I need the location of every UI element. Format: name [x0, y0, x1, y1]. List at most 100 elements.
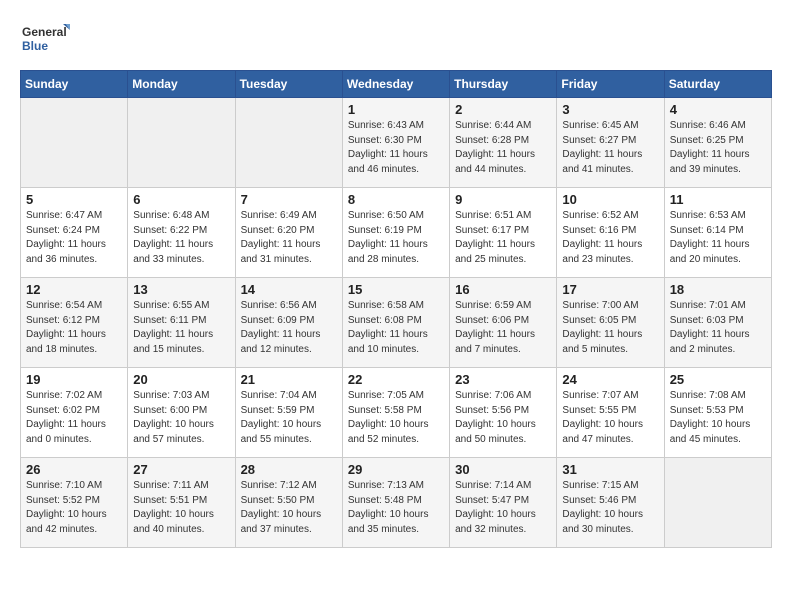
calendar-cell: 10Sunrise: 6:52 AM Sunset: 6:16 PM Dayli… [557, 188, 664, 278]
calendar-cell: 20 Sunrise: 7:03 AM Sunset: 6:00 PM Dayli… [128, 368, 235, 458]
calendar-cell: 24 Sunrise: 7:07 AM Sunset: 5:55 PM Dayli… [557, 368, 664, 458]
calendar-cell: 2Sunrise: 6:44 AM Sunset: 6:28 PM Daylig… [450, 98, 557, 188]
day-number: 6 [133, 192, 229, 207]
day-number: 27 [133, 462, 229, 477]
week-row-4: 19Sunrise: 7:02 AM Sunset: 6:02 PM Dayli… [21, 368, 772, 458]
day-info: Sunrise: 7:04 AM Sunset: 5:59 PM Dayligh… [241, 389, 337, 447]
day-number: 30 [455, 462, 551, 477]
day-info: Sunrise: 7:08 AM Sunset: 5:53 PM Dayligh… [670, 389, 766, 447]
day-info: Sunrise: 6:59 AM Sunset: 6:06 PM Dayligh… [455, 299, 551, 357]
calendar-cell: 3 Sunrise: 6:45 AM Sunset: 6:27 PM Daylig… [557, 98, 664, 188]
calendar-cell: 29 Sunrise: 7:13 AM Sunset: 5:48 PM Dayli… [342, 458, 449, 548]
day-info: Sunrise: 7:03 AM Sunset: 6:00 PM Dayligh… [133, 389, 229, 447]
day-number: 13 [133, 282, 229, 297]
day-info: Sunrise: 6:48 AM Sunset: 6:22 PM Dayligh… [133, 209, 229, 267]
logo-svg: General Blue [20, 20, 70, 60]
col-header-sunday: Sunday [21, 71, 128, 98]
day-info: Sunrise: 6:43 AM Sunset: 6:30 PM Dayligh… [348, 119, 444, 177]
day-number: 26 [26, 462, 122, 477]
day-info: Sunrise: 6:54 AM Sunset: 6:12 PM Dayligh… [26, 299, 122, 357]
day-info: Sunrise: 6:47 AM Sunset: 6:24 PM Dayligh… [26, 209, 122, 267]
day-number: 14 [241, 282, 337, 297]
day-number: 16 [455, 282, 551, 297]
day-info: Sunrise: 6:51 AM Sunset: 6:17 PM Dayligh… [455, 209, 551, 267]
day-info: Sunrise: 6:46 AM Sunset: 6:25 PM Dayligh… [670, 119, 766, 177]
day-info: Sunrise: 6:55 AM Sunset: 6:11 PM Dayligh… [133, 299, 229, 357]
day-number: 18 [670, 282, 766, 297]
calendar-cell [128, 98, 235, 188]
week-row-3: 12 Sunrise: 6:54 AM Sunset: 6:12 PM Dayli… [21, 278, 772, 368]
calendar-cell: 31Sunrise: 7:15 AM Sunset: 5:46 PM Dayli… [557, 458, 664, 548]
calendar-cell: 21 Sunrise: 7:04 AM Sunset: 5:59 PM Dayli… [235, 368, 342, 458]
col-header-friday: Friday [557, 71, 664, 98]
day-info: Sunrise: 6:58 AM Sunset: 6:08 PM Dayligh… [348, 299, 444, 357]
calendar-cell: 5 Sunrise: 6:47 AM Sunset: 6:24 PM Daylig… [21, 188, 128, 278]
day-number: 8 [348, 192, 444, 207]
day-info: Sunrise: 6:56 AM Sunset: 6:09 PM Dayligh… [241, 299, 337, 357]
svg-text:Blue: Blue [22, 39, 48, 53]
day-number: 29 [348, 462, 444, 477]
day-number: 19 [26, 372, 122, 387]
day-number: 21 [241, 372, 337, 387]
week-row-2: 5 Sunrise: 6:47 AM Sunset: 6:24 PM Daylig… [21, 188, 772, 278]
day-info: Sunrise: 7:10 AM Sunset: 5:52 PM Dayligh… [26, 479, 122, 537]
page-header: General Blue [20, 20, 772, 60]
day-number: 2 [455, 102, 551, 117]
header-row: SundayMondayTuesdayWednesdayThursdayFrid… [21, 71, 772, 98]
week-row-1: 1 Sunrise: 6:43 AM Sunset: 6:30 PM Daylig… [21, 98, 772, 188]
calendar-cell: 16 Sunrise: 6:59 AM Sunset: 6:06 PM Dayli… [450, 278, 557, 368]
day-info: Sunrise: 7:07 AM Sunset: 5:55 PM Dayligh… [562, 389, 658, 447]
col-header-saturday: Saturday [664, 71, 771, 98]
day-number: 15 [348, 282, 444, 297]
calendar-cell: 23Sunrise: 7:06 AM Sunset: 5:56 PM Dayli… [450, 368, 557, 458]
calendar-cell: 9 Sunrise: 6:51 AM Sunset: 6:17 PM Daylig… [450, 188, 557, 278]
calendar-cell: 30 Sunrise: 7:14 AM Sunset: 5:47 PM Dayli… [450, 458, 557, 548]
calendar-cell: 6 Sunrise: 6:48 AM Sunset: 6:22 PM Daylig… [128, 188, 235, 278]
day-info: Sunrise: 6:50 AM Sunset: 6:19 PM Dayligh… [348, 209, 444, 267]
calendar-cell: 17Sunrise: 7:00 AM Sunset: 6:05 PM Dayli… [557, 278, 664, 368]
day-info: Sunrise: 6:52 AM Sunset: 6:16 PM Dayligh… [562, 209, 658, 267]
day-number: 12 [26, 282, 122, 297]
day-info: Sunrise: 6:49 AM Sunset: 6:20 PM Dayligh… [241, 209, 337, 267]
calendar-cell: 15 Sunrise: 6:58 AM Sunset: 6:08 PM Dayli… [342, 278, 449, 368]
calendar-cell [664, 458, 771, 548]
day-number: 28 [241, 462, 337, 477]
calendar-cell: 12 Sunrise: 6:54 AM Sunset: 6:12 PM Dayli… [21, 278, 128, 368]
day-info: Sunrise: 7:00 AM Sunset: 6:05 PM Dayligh… [562, 299, 658, 357]
calendar-cell: 7 Sunrise: 6:49 AM Sunset: 6:20 PM Daylig… [235, 188, 342, 278]
svg-text:General: General [22, 25, 67, 39]
calendar-cell: 19Sunrise: 7:02 AM Sunset: 6:02 PM Dayli… [21, 368, 128, 458]
day-number: 7 [241, 192, 337, 207]
calendar-cell: 13 Sunrise: 6:55 AM Sunset: 6:11 PM Dayli… [128, 278, 235, 368]
day-info: Sunrise: 7:01 AM Sunset: 6:03 PM Dayligh… [670, 299, 766, 357]
day-number: 3 [562, 102, 658, 117]
day-number: 11 [670, 192, 766, 207]
col-header-monday: Monday [128, 71, 235, 98]
day-info: Sunrise: 7:13 AM Sunset: 5:48 PM Dayligh… [348, 479, 444, 537]
day-number: 31 [562, 462, 658, 477]
calendar-table: SundayMondayTuesdayWednesdayThursdayFrid… [20, 70, 772, 548]
day-info: Sunrise: 7:11 AM Sunset: 5:51 PM Dayligh… [133, 479, 229, 537]
calendar-cell: 11Sunrise: 6:53 AM Sunset: 6:14 PM Dayli… [664, 188, 771, 278]
day-number: 24 [562, 372, 658, 387]
calendar-cell: 1 Sunrise: 6:43 AM Sunset: 6:30 PM Daylig… [342, 98, 449, 188]
col-header-tuesday: Tuesday [235, 71, 342, 98]
week-row-5: 26 Sunrise: 7:10 AM Sunset: 5:52 PM Dayli… [21, 458, 772, 548]
day-number: 25 [670, 372, 766, 387]
day-number: 1 [348, 102, 444, 117]
day-number: 9 [455, 192, 551, 207]
calendar-cell: 4Sunrise: 6:46 AM Sunset: 6:25 PM Daylig… [664, 98, 771, 188]
day-number: 20 [133, 372, 229, 387]
logo: General Blue [20, 20, 70, 60]
calendar-cell: 22Sunrise: 7:05 AM Sunset: 5:58 PM Dayli… [342, 368, 449, 458]
day-info: Sunrise: 7:05 AM Sunset: 5:58 PM Dayligh… [348, 389, 444, 447]
calendar-cell: 26 Sunrise: 7:10 AM Sunset: 5:52 PM Dayli… [21, 458, 128, 548]
calendar-cell: 27 Sunrise: 7:11 AM Sunset: 5:51 PM Dayli… [128, 458, 235, 548]
col-header-wednesday: Wednesday [342, 71, 449, 98]
calendar-cell: 28Sunrise: 7:12 AM Sunset: 5:50 PM Dayli… [235, 458, 342, 548]
calendar-cell [21, 98, 128, 188]
day-number: 5 [26, 192, 122, 207]
day-number: 23 [455, 372, 551, 387]
day-info: Sunrise: 6:45 AM Sunset: 6:27 PM Dayligh… [562, 119, 658, 177]
day-info: Sunrise: 7:14 AM Sunset: 5:47 PM Dayligh… [455, 479, 551, 537]
